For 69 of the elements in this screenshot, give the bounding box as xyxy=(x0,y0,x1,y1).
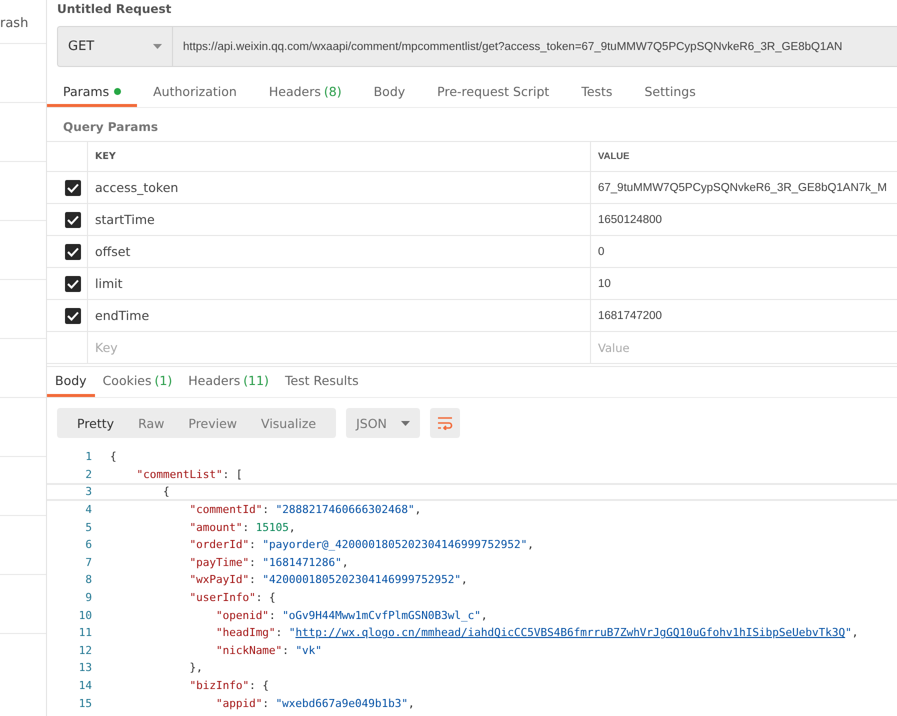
code-line: "payTime": "1681471286", xyxy=(189,556,348,569)
table-cell: limit xyxy=(88,268,591,299)
code-line: "openid": "oGv9H44Mww1mCvfPlmGSN0B3wl_c", xyxy=(216,608,488,622)
code-line: "headImg": "http://wx.qlogo.cn/mmhead/iahdQicCC5VBS4B6fmrruB7ZwhVrJgGQ10uGfohv1hISibpSeUebvTk3Q", xyxy=(216,626,858,640)
code-line: "bizInfo": { xyxy=(189,679,269,692)
column-header: VALUE xyxy=(597,150,630,164)
table-cell-text: 1681747200 xyxy=(597,308,663,324)
request-tab[interactable]: Authorization xyxy=(137,79,253,107)
line-number: 12 xyxy=(78,644,92,657)
response-tab[interactable]: Test Results xyxy=(276,367,367,397)
wrap-icon xyxy=(436,416,453,430)
checkbox[interactable] xyxy=(65,308,81,324)
code-line: "userInfo": { xyxy=(189,591,276,604)
code-line: "wxPayId": "4200001805202304146999752952", xyxy=(189,573,468,586)
code-line: "commentId": "2888217460666302468", xyxy=(189,503,422,516)
line-number: 4 xyxy=(84,503,92,516)
code-line: "amount": 15105, xyxy=(189,520,296,534)
line-number: 2 xyxy=(84,468,92,481)
table-cell-text: 10 xyxy=(597,276,612,292)
code-line: { xyxy=(162,485,170,498)
code-line: "orderId": "payorder@_4200001805202304146999752952", xyxy=(189,538,534,552)
line-number: 5 xyxy=(84,520,92,534)
sidebar-item[interactable]: rash xyxy=(0,16,28,31)
checkbox[interactable] xyxy=(65,276,81,292)
format-dropdown[interactable]: JSON xyxy=(346,408,420,438)
code-line: "nickName": "vk" xyxy=(216,644,322,657)
section-heading: Query Params xyxy=(62,119,160,136)
code-line: { xyxy=(110,450,117,464)
table-cell: access_token xyxy=(88,172,591,203)
line-number: 7 xyxy=(84,556,92,569)
request-tab[interactable]: Pre-request Script xyxy=(421,79,566,107)
request-tab[interactable]: Params xyxy=(47,79,138,107)
view-mode-button[interactable]: Preview xyxy=(176,408,250,438)
line-number: 3 xyxy=(84,485,92,498)
line-number: 13 xyxy=(78,661,92,674)
request-tab[interactable]: Settings xyxy=(628,79,712,107)
table-cell-text: 67_9tuMMW7Q5PCypSQNvkeR6_3R_GE8bQ1AN7k_M xyxy=(597,180,888,196)
request-tab[interactable]: Tests xyxy=(565,79,628,107)
response-tab[interactable]: Cookies (1) xyxy=(94,367,180,397)
line-number: 11 xyxy=(78,626,92,640)
checkbox[interactable] xyxy=(65,212,81,228)
code-line: "commentList": [ xyxy=(136,468,242,481)
caret-icon xyxy=(400,420,410,426)
request-tab[interactable]: Headers (8) xyxy=(252,79,358,107)
request-tab[interactable]: Body xyxy=(358,79,422,107)
line-number: 9 xyxy=(84,591,92,604)
code-line: "appid": "wxebd667a9e049b1b3", xyxy=(216,696,415,710)
line-number: 15 xyxy=(78,696,92,710)
line-number: 14 xyxy=(78,679,92,692)
checkbox[interactable] xyxy=(65,244,81,260)
table-cell: startTime xyxy=(88,204,591,235)
view-mode-button[interactable]: Raw xyxy=(126,408,176,438)
table-cell: offset xyxy=(88,236,591,267)
line-number: 8 xyxy=(84,573,92,586)
response-tab[interactable]: Body xyxy=(47,367,95,397)
code-line: }, xyxy=(189,661,203,674)
line-number: 10 xyxy=(78,608,92,622)
table-cell: endTime xyxy=(88,300,591,331)
checkbox[interactable] xyxy=(65,180,81,196)
request-title: Untitled Request xyxy=(56,1,172,18)
wrap-lines-button[interactable] xyxy=(430,408,460,438)
line-number: 1 xyxy=(84,450,92,464)
line-number: 6 xyxy=(84,538,92,552)
view-mode-button[interactable]: Visualize xyxy=(249,408,328,438)
table-cell-text: 1650124800 xyxy=(597,212,663,228)
table-cell-text: 0 xyxy=(597,244,606,260)
view-mode-button[interactable]: Pretty xyxy=(65,408,126,438)
response-tab[interactable]: Headers (11) xyxy=(180,367,277,397)
column-header: KEY xyxy=(88,142,591,171)
